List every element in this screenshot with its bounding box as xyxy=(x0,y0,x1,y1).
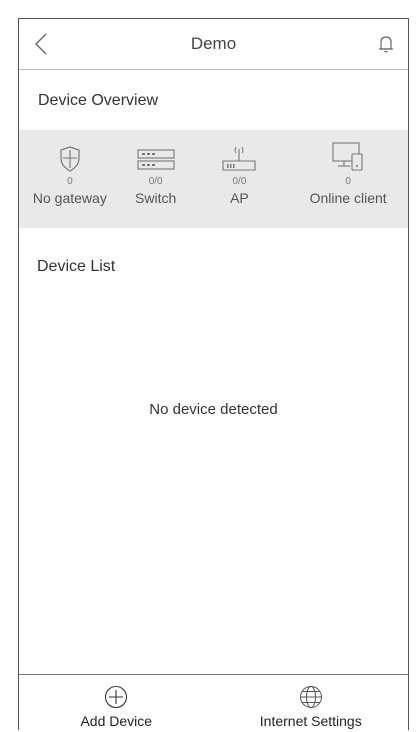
page-title: Demo xyxy=(190,34,237,53)
overview-item-gateway[interactable]: 0 No gateway xyxy=(19,130,121,206)
chevron-left-icon xyxy=(35,33,47,55)
internet-settings-button[interactable]: Internet Settings xyxy=(214,675,409,732)
overview-item-ap[interactable]: 0/0 AP xyxy=(191,130,289,206)
ap-label: AP xyxy=(230,190,249,206)
overview-item-switch[interactable]: 0/0 Switch xyxy=(121,130,191,206)
back-button[interactable] xyxy=(19,19,63,69)
header-bar: Demo xyxy=(19,19,408,70)
overview-item-online-client[interactable]: 0 Online client xyxy=(288,130,408,206)
computer-phone-icon xyxy=(332,142,363,171)
switch-label: Switch xyxy=(135,190,177,206)
app-frame: Demo Device Overview 0 No gateway 0/0 Sw… xyxy=(18,18,409,730)
device-list-title: Device List xyxy=(37,258,116,275)
ap-count: 0/0 xyxy=(232,176,247,187)
online-client-label: Online client xyxy=(309,190,387,206)
add-device-button[interactable]: Add Device xyxy=(19,675,214,732)
device-overview-title: Device Overview xyxy=(38,92,159,109)
gateway-count: 0 xyxy=(67,176,73,187)
access-point-icon xyxy=(222,146,256,171)
empty-state-message: No device detected xyxy=(149,401,278,418)
device-overview-strip: 0 No gateway 0/0 Switch 0/0 AP 0 Online … xyxy=(19,130,408,228)
notifications-button[interactable] xyxy=(364,19,408,69)
internet-settings-label: Internet Settings xyxy=(259,713,362,729)
plus-circle-icon xyxy=(105,685,128,709)
gateway-label: No gateway xyxy=(32,190,107,206)
bottom-nav-bar: Add Device Internet Settings xyxy=(19,674,408,732)
switch-count: 0/0 xyxy=(148,176,163,187)
globe-icon xyxy=(299,686,322,708)
bell-icon xyxy=(379,36,393,53)
add-device-label: Add Device xyxy=(80,713,153,729)
shield-icon xyxy=(60,146,80,172)
switch-icon xyxy=(137,149,175,170)
online-client-count: 0 xyxy=(345,176,351,187)
